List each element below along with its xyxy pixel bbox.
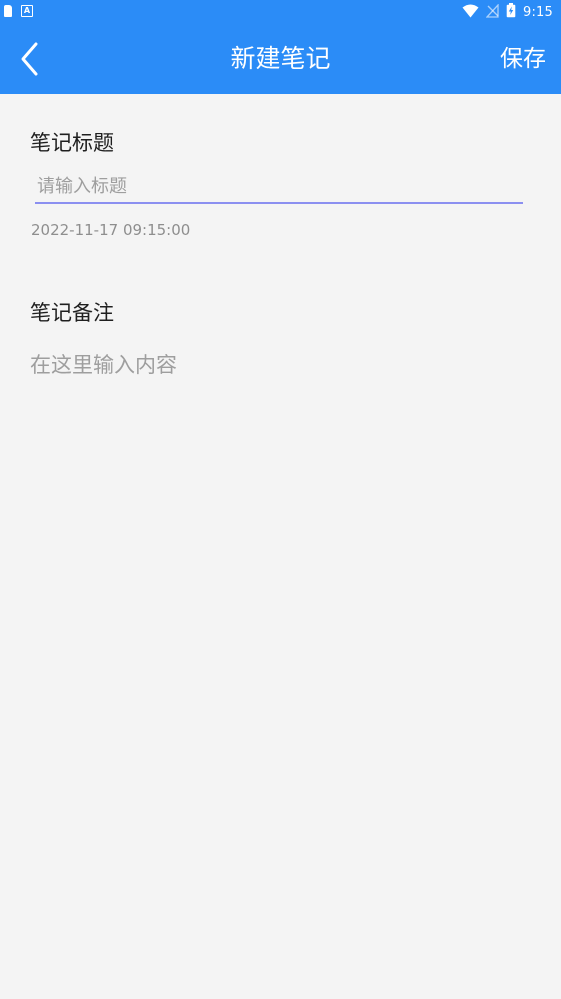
app-notification-icon: A bbox=[21, 5, 33, 17]
note-content-input[interactable] bbox=[30, 350, 530, 950]
note-content-label: 笔记备注 bbox=[30, 301, 114, 325]
status-bar: A 9:15 bbox=[0, 0, 561, 24]
note-title-label: 笔记标题 bbox=[30, 131, 114, 155]
wifi-icon bbox=[462, 3, 479, 22]
status-time: 9:15 bbox=[523, 4, 553, 20]
app-bar: 新建笔记 保存 bbox=[0, 24, 561, 94]
note-date: 2022-11-17 09:15:00 bbox=[31, 221, 191, 239]
sim-card-icon bbox=[4, 5, 12, 17]
page-title: 新建笔记 bbox=[230, 44, 331, 73]
note-title-input[interactable] bbox=[35, 170, 523, 204]
status-bar-right-icons: 9:15 bbox=[462, 2, 553, 22]
status-bar-left-icons: A bbox=[4, 5, 33, 17]
save-button[interactable]: 保存 bbox=[500, 43, 546, 75]
battery-charging-icon bbox=[506, 2, 516, 22]
no-signal-icon bbox=[485, 2, 499, 22]
